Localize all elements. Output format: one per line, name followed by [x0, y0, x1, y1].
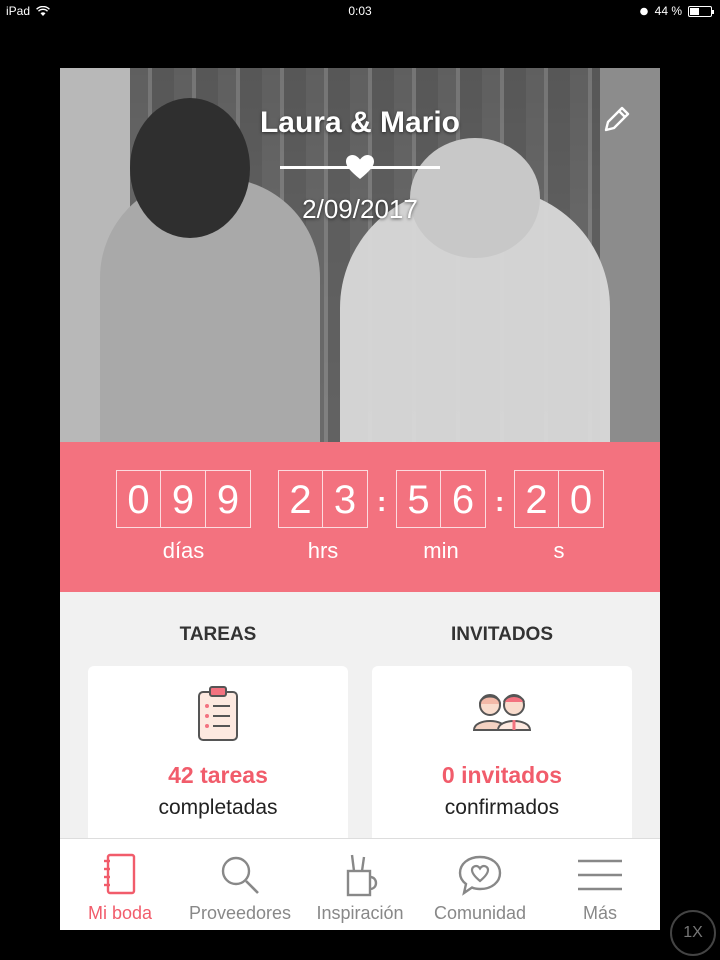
- countdown-days: 0 9 9: [116, 470, 251, 528]
- battery-percent: 44 %: [654, 4, 682, 18]
- countdown-separator: :: [495, 486, 505, 517]
- zoom-button[interactable]: 1X: [670, 910, 716, 956]
- minutes-label: min: [423, 538, 459, 563]
- countdown-digit: 2: [514, 470, 559, 528]
- tab-label: Más: [582, 903, 617, 923]
- tasks-card[interactable]: 42 tareas completadas: [88, 666, 348, 856]
- countdown-seconds: 2 0: [514, 470, 604, 528]
- status-time: 0:03: [348, 4, 372, 18]
- countdown-digit: 6: [441, 470, 486, 528]
- countdown-digit: 5: [396, 470, 441, 528]
- tab-label: Proveedores: [188, 903, 292, 923]
- tab-label: Inspiración: [316, 903, 404, 923]
- countdown-digit: 0: [559, 470, 604, 528]
- tasks-title: TAREAS: [179, 624, 257, 645]
- couple-photo-header: Laura & Mario 2/09/2017: [60, 68, 660, 442]
- tab-inspiracion[interactable]: Inspiración: [300, 839, 420, 930]
- tab-label: Mi boda: [87, 903, 153, 923]
- days-label: días: [162, 538, 205, 563]
- countdown-hours: 2 3: [278, 470, 368, 528]
- guests-card[interactable]: 0 invitados confirmados: [372, 666, 632, 856]
- guests-subtitle: confirmados: [444, 796, 560, 819]
- guests-title: INVITADOS: [450, 624, 554, 645]
- countdown-digit: 3: [323, 470, 368, 528]
- heart-icon: [346, 155, 374, 179]
- tab-mi-boda[interactable]: Mi boda: [60, 839, 180, 930]
- tasks-count: 42 tareas: [168, 762, 268, 788]
- countdown-minutes: 5 6: [396, 470, 486, 528]
- app-screen: Laura & Mario 2/09/2017 0 9 9 días 2 3 h…: [60, 68, 660, 930]
- seconds-label: s: [553, 538, 565, 563]
- tasks-subtitle: completadas: [158, 796, 278, 819]
- countdown-digit: 2: [278, 470, 323, 528]
- tab-proveedores[interactable]: Proveedores: [180, 839, 300, 930]
- notebook-icon: [104, 853, 136, 895]
- couple-guests-icon: [472, 694, 532, 731]
- heart-chat-icon: [458, 855, 502, 896]
- wedding-date: 2/09/2017: [302, 194, 418, 224]
- countdown-digit: 0: [116, 470, 161, 528]
- battery-icon: [688, 5, 714, 17]
- menu-icon: [578, 859, 622, 891]
- pencil-cup-icon: [346, 854, 378, 897]
- tab-label: Comunidad: [433, 903, 527, 923]
- guests-count: 0 invitados: [441, 762, 563, 788]
- tab-comunidad[interactable]: Comunidad: [420, 839, 540, 930]
- hours-label: hrs: [307, 538, 339, 563]
- status-bar: iPad 0:03 44 %: [0, 0, 720, 22]
- battery-fill: [690, 7, 699, 15]
- clipboard-checklist-icon: [198, 686, 238, 741]
- couple-names: Laura & Mario: [259, 106, 461, 139]
- bottom-tab-bar: Mi boda Proveedores Inspiración Comunida…: [60, 838, 660, 930]
- countdown-digit: 9: [206, 470, 251, 528]
- wedding-countdown: 0 9 9 días 2 3 hrs : 5 6 min : 2 0 s: [60, 442, 660, 592]
- status-right: 44 %: [639, 4, 714, 18]
- countdown-separator: :: [377, 486, 387, 517]
- countdown-digit: 9: [161, 470, 206, 528]
- alarm-icon: [639, 7, 648, 16]
- pencil-edit-icon[interactable]: [600, 102, 634, 136]
- search-icon: [221, 856, 259, 894]
- tab-mas[interactable]: Más: [540, 839, 660, 930]
